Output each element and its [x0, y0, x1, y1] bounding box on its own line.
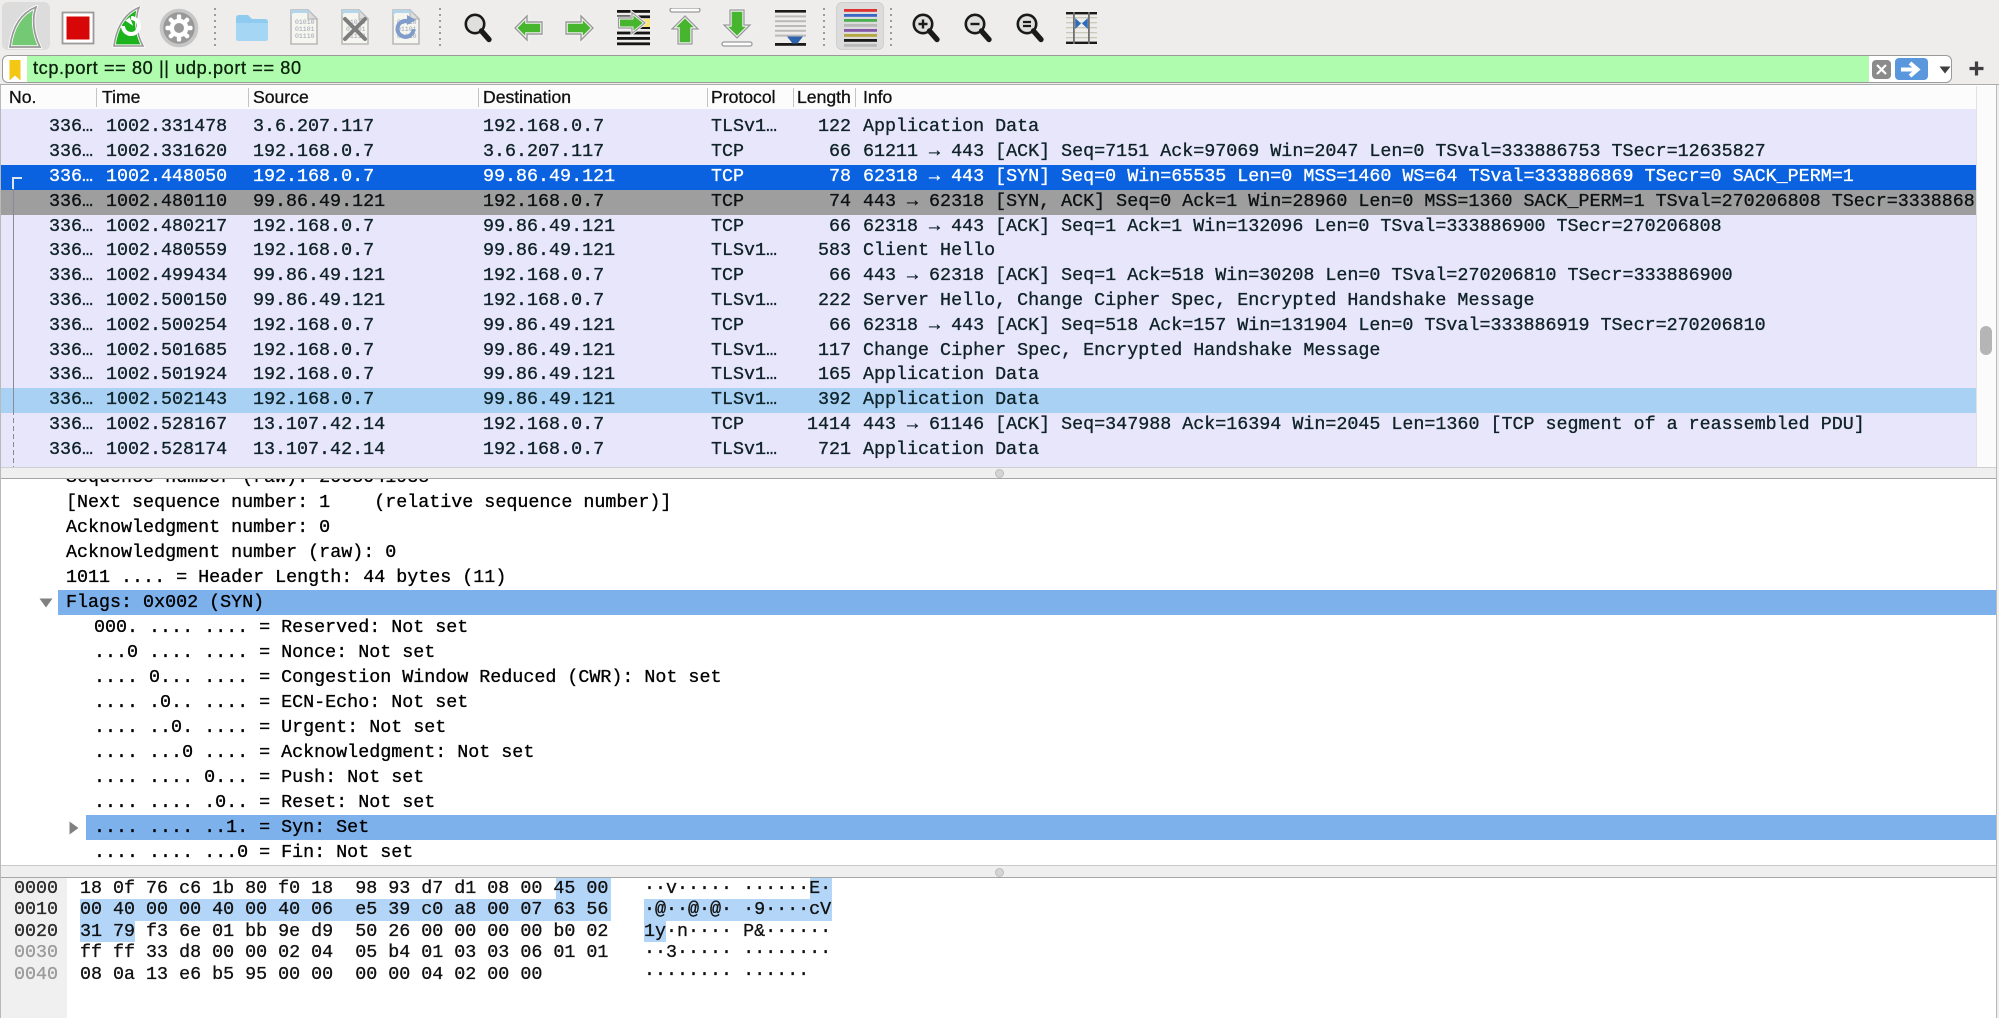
svg-text:01010: 01010: [295, 19, 315, 26]
svg-text:01101: 01101: [295, 26, 315, 33]
svg-text:01110: 01110: [295, 33, 315, 40]
